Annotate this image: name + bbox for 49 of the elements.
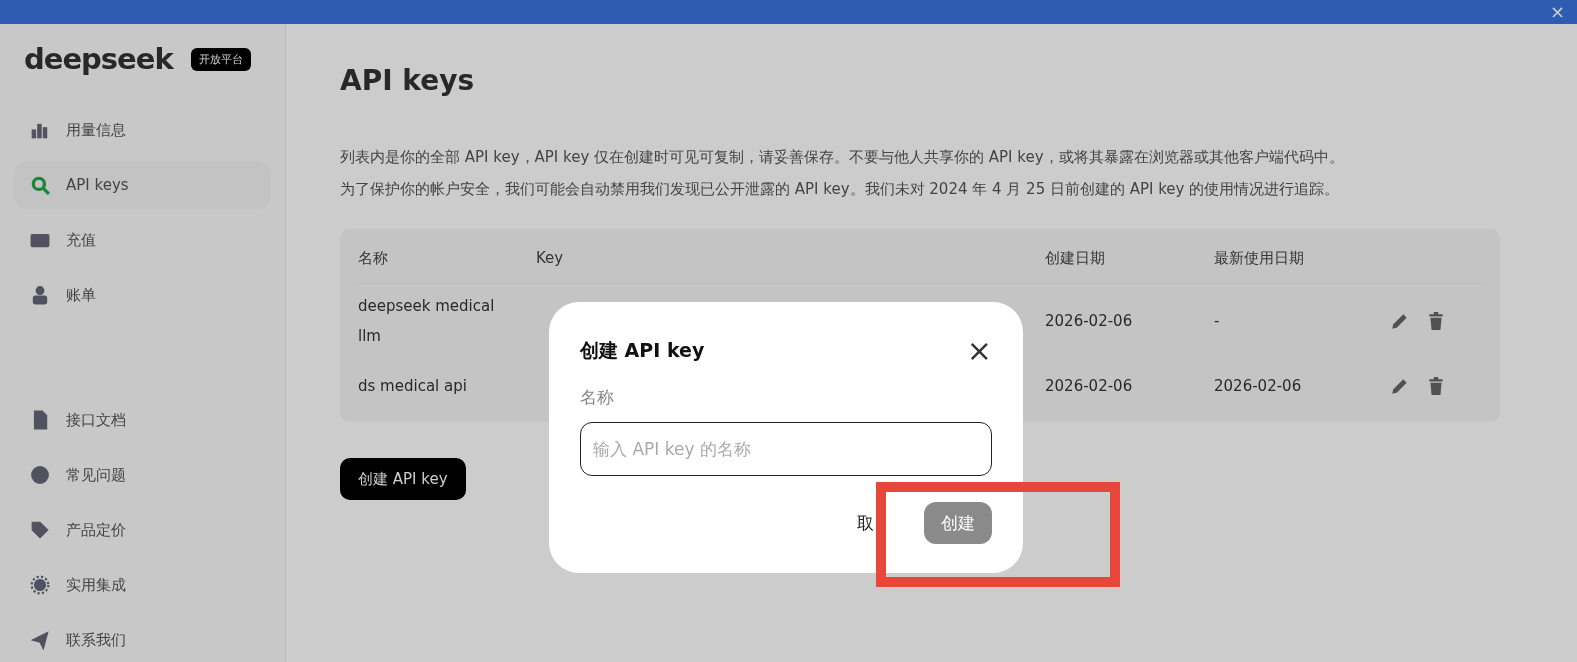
dialog-title: 创建 API key (580, 338, 705, 363)
page-title: API keys (340, 64, 476, 97)
paper-plane-icon (30, 630, 50, 650)
table-cell-text: ds medical api (358, 376, 468, 397)
description-text: 列表内是你的全部 API key，API key 仅在创建时可见可复制，请妥善保存。不要与他人共享你的 API key，或将其暴露在浏览器或其他客户端代码中。 (340, 147, 1345, 168)
sidebar-link[interactable]: 联系我们 (14, 616, 271, 662)
table-cell-text: deepseek medical llm (358, 296, 496, 347)
gear-icon (30, 575, 50, 595)
table-cell-text: 2026-02-06 (1045, 377, 1134, 395)
sidebar-item[interactable]: 用量信息 (14, 106, 271, 154)
column-header: Key (536, 249, 565, 267)
sidebar-link[interactable]: 实用集成 (14, 561, 271, 609)
trash-icon[interactable] (1426, 311, 1446, 331)
sidebar-item[interactable]: 充值 (14, 216, 271, 264)
platform-badge: 开放平台 (190, 47, 251, 71)
table-cell-text: 2026-02-06 (1045, 312, 1134, 330)
column-header: 最新使用日期 (1214, 248, 1305, 268)
sidebar-link[interactable]: 常见问题 (14, 451, 271, 499)
person-icon (30, 285, 50, 305)
name-input-field[interactable]: 输入 API key 的名称 (580, 422, 992, 476)
close-icon[interactable]: × (1549, 3, 1565, 21)
sidebar-link[interactable]: 接口文档 (14, 396, 271, 444)
sidebar-link-label: 联系我们 (66, 630, 126, 650)
sidebar-link[interactable]: 产品定价 (14, 506, 271, 554)
sidebar-item-label: 账单 (66, 285, 96, 305)
sidebar-item-label: 用量信息 (66, 120, 126, 140)
sidebar-link-label: 接口文档 (66, 410, 126, 430)
pencil-icon[interactable] (1390, 311, 1410, 331)
create-key-button[interactable]: 创建 API key (340, 458, 466, 500)
circle-icon (30, 465, 50, 485)
tag-icon (30, 520, 50, 540)
description-text: 为了保护你的帐户安全，我们可能会自动禁用我们发现已公开泄露的 API key。我们未对 2024 年 4 月 25 日前创建的 API key 的使用情况进行追踪。 (340, 179, 1341, 200)
pencil-icon[interactable] (1390, 376, 1410, 396)
field-label: 名称 (580, 386, 615, 409)
cancel-button[interactable]: 取 (857, 511, 874, 535)
sidebar-link-label: 常见问题 (66, 465, 126, 485)
sidebar-link-label: 实用集成 (66, 575, 126, 595)
sidebar-item-label: API keys (66, 176, 129, 194)
trash-icon[interactable] (1426, 376, 1446, 396)
logo[interactable]: deepseek (24, 42, 173, 76)
sidebar-item[interactable]: 账单 (14, 271, 271, 319)
table-cell-text: 2026-02-06 (1214, 377, 1303, 395)
column-header: 创建日期 (1045, 248, 1106, 268)
column-header: 名称 (358, 248, 389, 268)
search-icon (30, 175, 50, 195)
sidebar-link-label: 产品定价 (66, 520, 126, 540)
table-cell-text: - (1214, 312, 1221, 330)
sidebar-item[interactable]: API keys (14, 161, 271, 209)
sidebar-item-label: 充值 (66, 230, 96, 250)
